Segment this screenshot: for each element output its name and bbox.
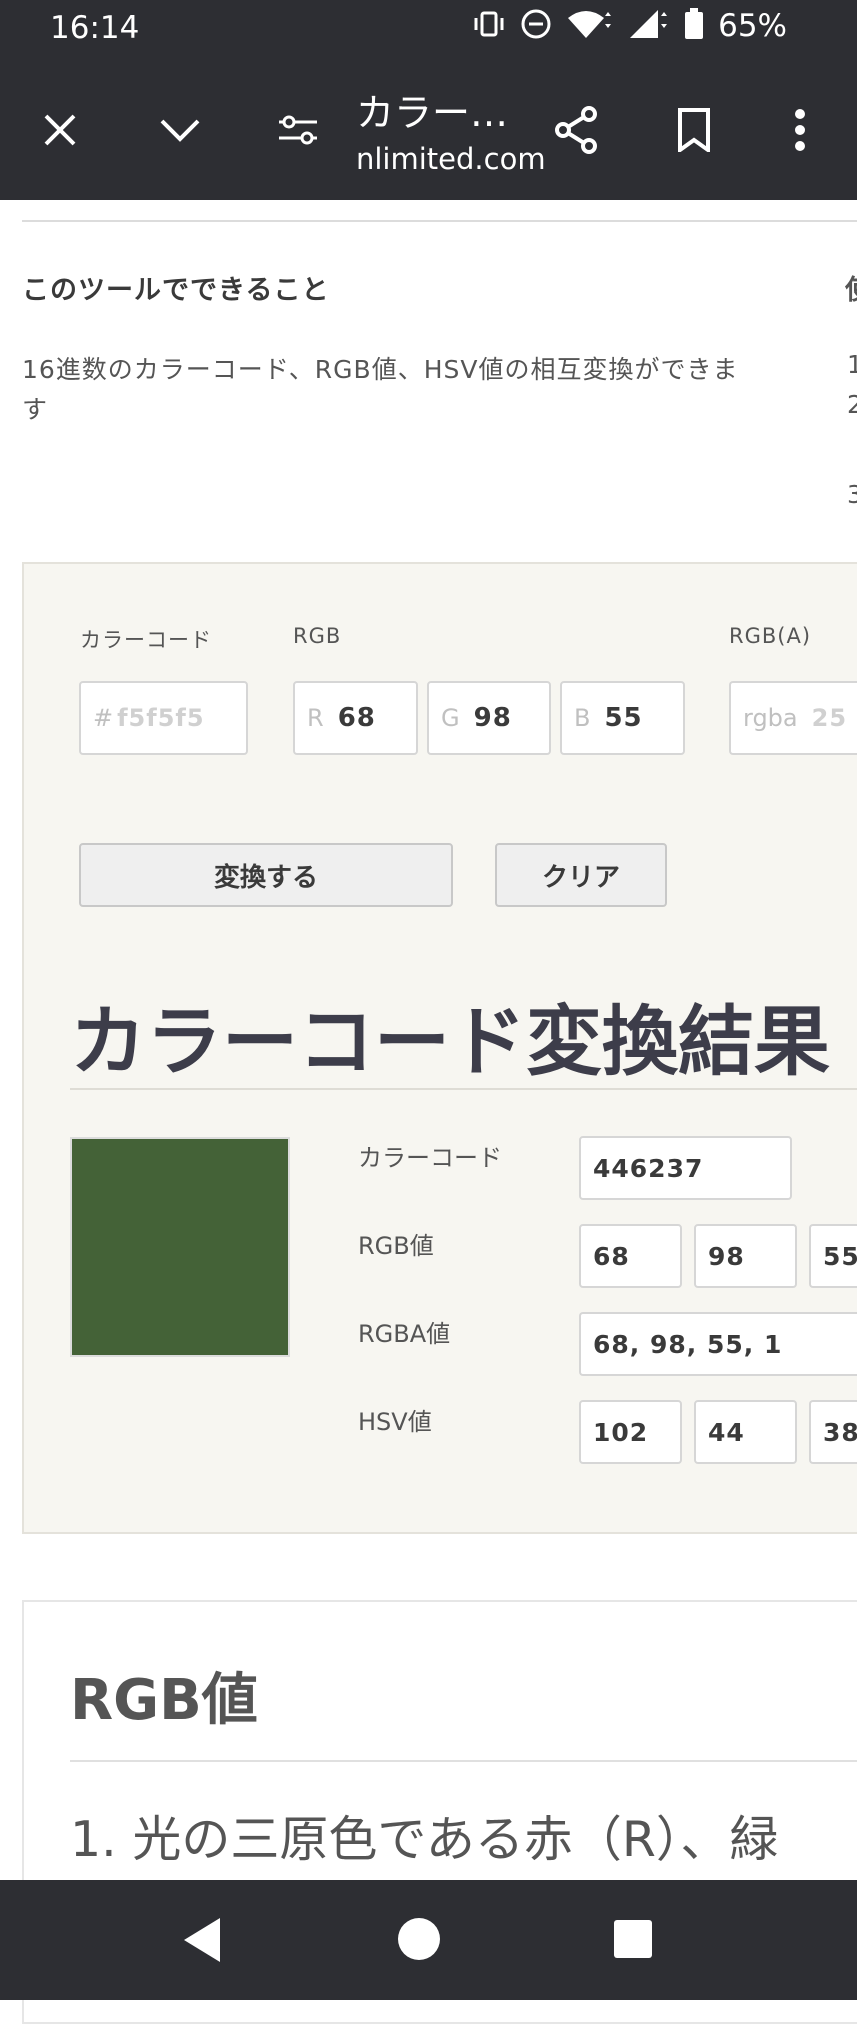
clipped-list-number: 3 — [847, 480, 857, 509]
color-swatch — [70, 1137, 290, 1357]
result-rgba-field[interactable]: 68, 98, 55, 1 — [579, 1312, 857, 1376]
rgb-section-heading: RGB値 — [70, 1668, 258, 1733]
rgb-label: RGB — [293, 624, 342, 648]
g-input[interactable]: G 98 — [427, 681, 551, 755]
colorcode-input[interactable]: # f5f5f5 — [79, 681, 248, 755]
clipped-heading-char: 使 — [845, 268, 857, 307]
rgba-label: RGB(A) — [729, 624, 812, 648]
divider — [70, 1760, 857, 1762]
status-icons: 65% — [472, 8, 787, 44]
r-input[interactable]: R 68 — [293, 681, 418, 755]
clear-button[interactable]: クリア — [495, 843, 667, 907]
battery-level: 65% — [718, 8, 787, 44]
clipped-list-number: 1 — [847, 350, 857, 379]
result-s-field[interactable]: 44 — [694, 1400, 797, 1464]
chevron-down-icon[interactable] — [148, 98, 212, 162]
rgb-section-text: 1. 光の三原色である赤（R）、緑 — [70, 1811, 779, 1868]
b-prefix: B — [574, 704, 591, 732]
divider — [70, 1088, 857, 1090]
result-title: カラーコード変換結果 — [70, 997, 830, 1086]
wifi-icon — [566, 8, 612, 44]
result-v-field[interactable]: 38 — [809, 1400, 857, 1464]
divider — [22, 220, 857, 222]
colorcode-label: カラーコード — [80, 628, 212, 652]
g-value: 98 — [473, 703, 512, 733]
page-url[interactable]: nlimited.com — [356, 142, 546, 176]
result-rgb-label: RGB値 — [358, 1232, 434, 1260]
feature-heading: このツールでできること — [22, 275, 330, 306]
dnd-icon — [520, 8, 552, 44]
share-icon[interactable] — [544, 98, 608, 162]
battery-icon — [684, 8, 704, 44]
feature-text: 16進数のカラーコード、RGB値、HSV値の相互変換ができます — [22, 355, 739, 424]
convert-button[interactable]: 変換する — [79, 843, 453, 907]
result-code-label: カラーコード — [358, 1144, 502, 1172]
hash-prefix: # — [93, 704, 114, 732]
navigation-bar — [0, 1880, 857, 2000]
result-g-field[interactable]: 98 — [694, 1224, 797, 1288]
more-vert-icon[interactable] — [768, 98, 832, 162]
result-b-field[interactable]: 55 — [809, 1224, 857, 1288]
result-hsv-label: HSV値 — [358, 1408, 432, 1436]
browser-toolbar: カラー… nlimited.com — [0, 60, 857, 200]
r-value: 68 — [337, 703, 376, 733]
rgba-prefix: rgba — [743, 704, 798, 732]
result-h-field[interactable]: 102 — [579, 1400, 682, 1464]
tune-icon[interactable] — [266, 98, 330, 162]
result-r-field[interactable]: 68 — [579, 1224, 682, 1288]
r-prefix: R — [307, 704, 324, 732]
close-icon[interactable] — [28, 98, 92, 162]
g-prefix: G — [441, 704, 460, 732]
b-value: 55 — [604, 703, 643, 733]
signal-icon — [626, 8, 670, 44]
result-code-field[interactable]: 446237 — [579, 1136, 792, 1200]
result-rgba-label: RGBA値 — [358, 1320, 451, 1348]
bookmark-icon[interactable] — [662, 98, 726, 162]
home-icon[interactable] — [396, 1916, 442, 1966]
status-time: 16:14 — [50, 10, 140, 46]
back-icon[interactable] — [180, 1916, 224, 1968]
b-input[interactable]: B 55 — [560, 681, 685, 755]
rgba-placeholder: 25 — [811, 704, 848, 732]
rgba-input[interactable]: rgba 25 — [729, 681, 857, 755]
page-title[interactable]: カラー… — [356, 82, 508, 137]
vibrate-icon — [472, 9, 506, 43]
status-bar: 16:14 65% — [0, 0, 857, 60]
clipped-list-number: 2 — [847, 390, 857, 419]
colorcode-placeholder: f5f5f5 — [117, 704, 205, 732]
recents-icon[interactable] — [612, 1918, 654, 1964]
